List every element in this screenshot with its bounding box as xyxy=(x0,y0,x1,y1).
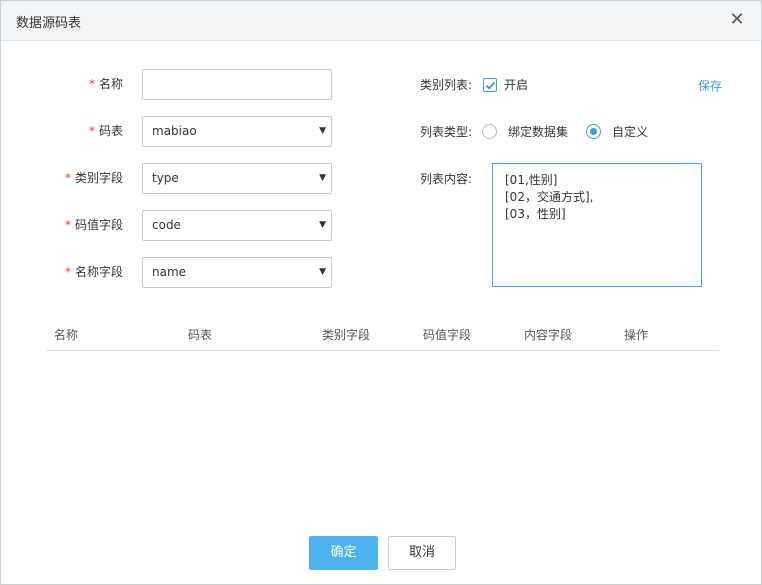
name-field-select[interactable]: name ▼ xyxy=(142,257,332,288)
category-field-select-value: type xyxy=(152,171,179,185)
code-field-select-value: code xyxy=(152,218,181,232)
list-content-line: [03，性别] xyxy=(505,207,566,221)
caret-down-icon: ▼ xyxy=(319,267,326,277)
column-header-codetable: 码表 xyxy=(188,328,213,342)
enable-checkbox[interactable] xyxy=(483,78,497,92)
custom-radio[interactable] xyxy=(586,124,601,139)
code-field-label-text: 码值字段 xyxy=(74,218,123,232)
codetable-label: * 码表 xyxy=(61,116,123,146)
name-label-text: 名称 xyxy=(98,77,123,91)
required-mark: * xyxy=(64,265,71,279)
name-input[interactable] xyxy=(142,69,332,100)
cancel-button[interactable]: 取消 xyxy=(388,536,456,570)
required-mark: * xyxy=(64,171,71,185)
list-content-textarea[interactable]: [01,性别] [02，交通方式], [03，性别] xyxy=(492,163,702,287)
caret-down-icon: ▼ xyxy=(319,220,326,230)
codetable-label-text: 码表 xyxy=(98,124,123,138)
codetable-select-value: mabiao xyxy=(152,124,197,138)
category-list-label: 类别列表: xyxy=(420,78,473,92)
required-mark: * xyxy=(88,124,95,138)
list-content-line: [02，交通方式], xyxy=(505,190,594,204)
category-field-select[interactable]: type ▼ xyxy=(142,163,332,194)
list-content-line: [01,性别] xyxy=(505,173,558,187)
code-field-select[interactable]: code ▼ xyxy=(142,210,332,241)
code-field-label: * 码值字段 xyxy=(41,210,123,240)
required-mark: * xyxy=(88,77,95,91)
save-link[interactable]: 保存 xyxy=(698,77,722,94)
bind-dataset-label: 绑定数据集 xyxy=(508,125,569,139)
confirm-button[interactable]: 确定 xyxy=(309,536,378,570)
codetable-table-header: 名称 码表 类别字段 码值字段 内容字段 操作 xyxy=(46,317,718,351)
category-field-label: * 类别字段 xyxy=(41,163,123,193)
name-field-select-value: name xyxy=(152,265,187,279)
check-icon xyxy=(485,81,496,90)
name-field-label-text: 名称字段 xyxy=(74,265,123,279)
caret-down-icon: ▼ xyxy=(319,173,326,183)
dialog-title: 数据源码表 xyxy=(16,16,82,31)
enable-label: 开启 xyxy=(504,78,529,92)
name-field-label: * 名称字段 xyxy=(41,257,123,287)
custom-label: 自定义 xyxy=(612,125,649,139)
list-type-label: 列表类型: xyxy=(420,125,473,139)
column-header-code-field: 码值字段 xyxy=(423,328,472,342)
codetable-dialog: 数据源码表 ✕ * 名称 * 码表 mabiao ▼ * 类别字段 type ▼ * 码… xyxy=(0,0,762,585)
column-header-actions: 操作 xyxy=(624,328,649,342)
dialog-titlebar: 数据源码表 ✕ xyxy=(1,1,761,41)
bind-dataset-radio[interactable] xyxy=(482,124,497,139)
codetable-select[interactable]: mabiao ▼ xyxy=(142,116,332,147)
caret-down-icon: ▼ xyxy=(319,126,326,136)
list-content-label: 列表内容: xyxy=(420,172,473,186)
column-header-category-field: 类别字段 xyxy=(322,328,371,342)
column-header-name: 名称 xyxy=(54,328,79,342)
name-label: * 名称 xyxy=(61,69,123,99)
column-header-content-field: 内容字段 xyxy=(524,328,573,342)
category-field-label-text: 类别字段 xyxy=(74,171,123,185)
required-mark: * xyxy=(64,218,71,232)
close-icon[interactable]: ✕ xyxy=(727,10,747,30)
